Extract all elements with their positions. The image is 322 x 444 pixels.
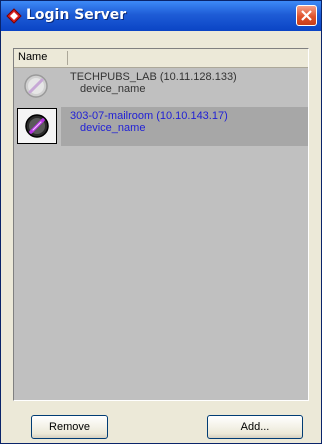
window-title: Login Server [26,7,127,23]
server-disc-inactive-icon [24,74,48,98]
column-header-name[interactable]: Name [18,51,47,63]
server-list[interactable]: Name TECHPUBS_LAB (10.11.128.133) device… [13,48,309,401]
add-button[interactable]: Add... [207,415,303,439]
remove-button[interactable]: Remove [31,415,108,439]
close-button[interactable] [296,5,317,26]
server-name: TECHPUBS_LAB (10.11.128.133) [70,71,237,83]
title-bar[interactable]: Login Server [1,1,321,31]
login-server-window: Login Server Name TECHPUBS_LAB (10.11.12… [0,0,322,444]
server-disc-active-icon [25,114,49,138]
device-name: device_name [80,83,146,95]
row-icon-cell [17,69,57,105]
server-name: 303-07-mailroom (10.10.143.17) [70,110,228,122]
list-item-selected[interactable]: 303-07-mailroom (10.10.143.17) device_na… [14,107,308,146]
list-item[interactable]: TECHPUBS_LAB (10.11.128.133) device_name [14,68,308,107]
column-divider[interactable] [67,51,68,65]
list-header: Name [14,49,308,68]
app-diamond-icon [6,8,22,24]
row-icon-cell [17,108,57,144]
device-name: device_name [80,122,146,134]
row-text: TECHPUBS_LAB (10.11.128.133) device_name [70,71,237,95]
row-text: 303-07-mailroom (10.10.143.17) device_na… [70,110,228,134]
close-icon [301,10,312,21]
